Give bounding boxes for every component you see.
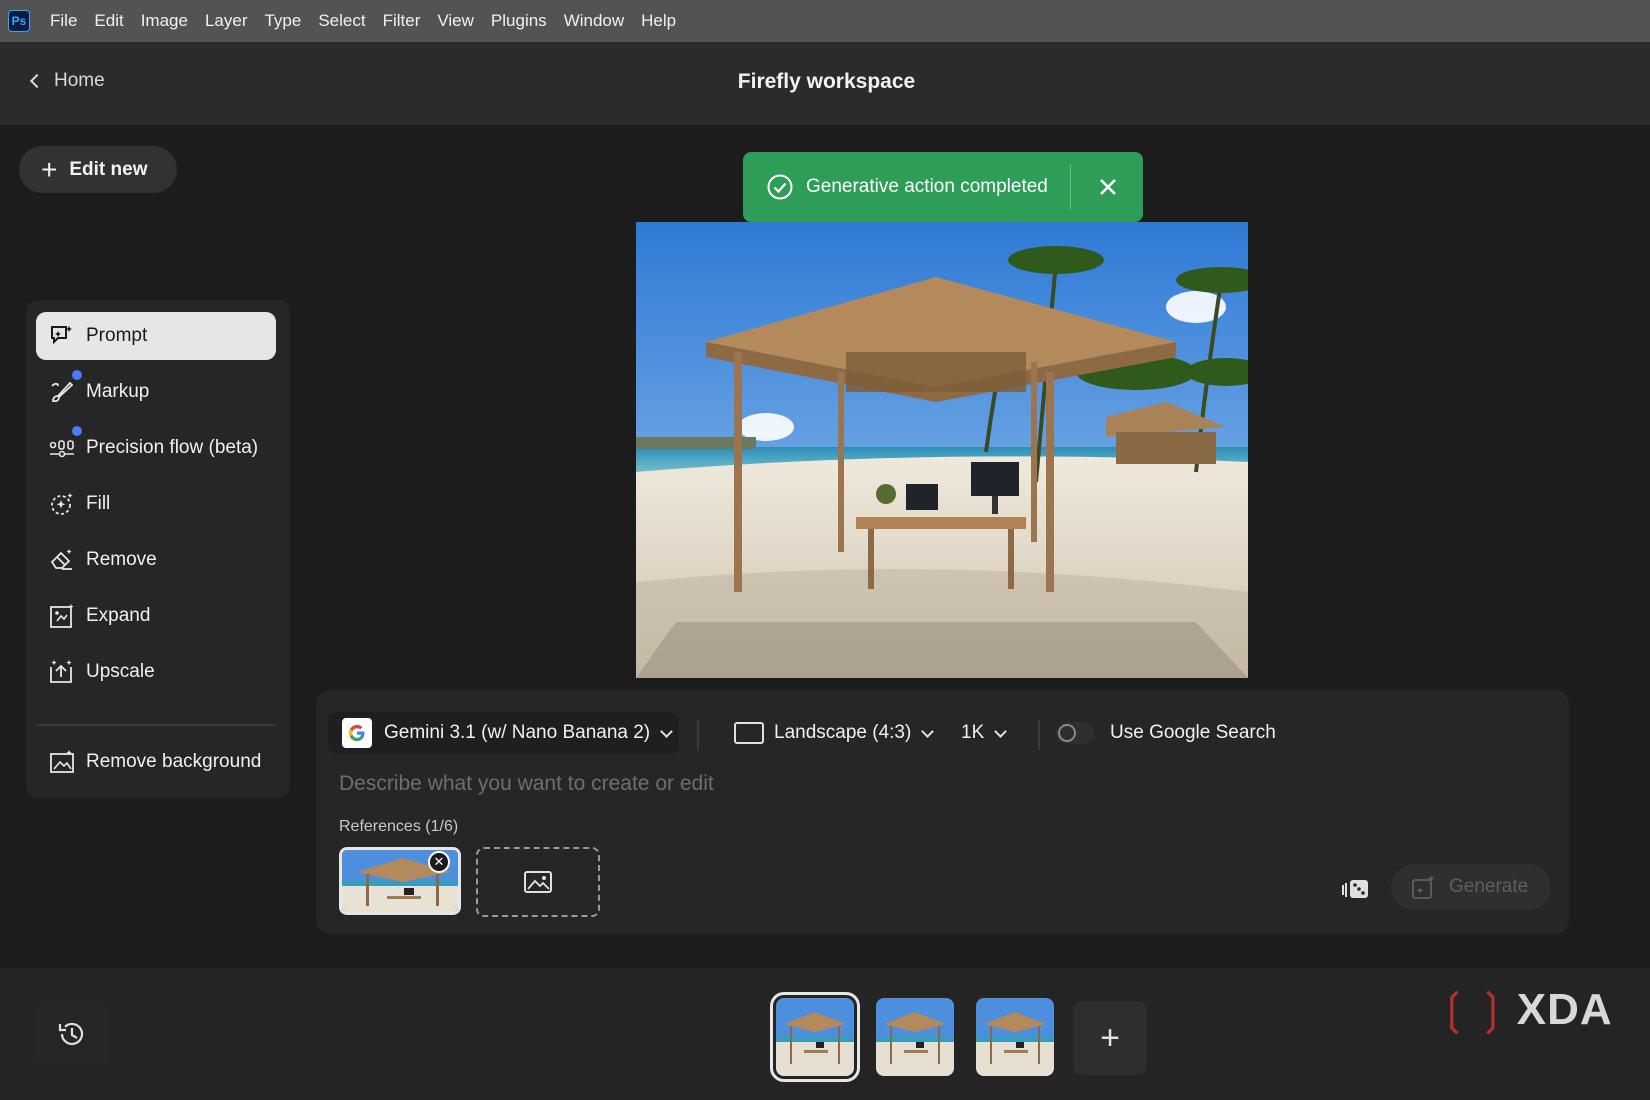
menu-layer[interactable]: Layer	[205, 11, 248, 31]
divider	[697, 720, 699, 750]
resolution-selector[interactable]: 1K	[961, 712, 1008, 754]
variation-image	[776, 998, 854, 1076]
precision-flow-icon	[48, 434, 76, 462]
history-icon	[58, 1022, 84, 1046]
tool-remove[interactable]: Remove	[36, 536, 276, 584]
tool-precision-flow[interactable]: Precision flow (beta)	[36, 424, 276, 472]
tool-label: Precision flow (beta)	[86, 437, 259, 458]
workspace-header: Home Firefly workspace	[0, 42, 1650, 125]
add-reference-button[interactable]	[476, 847, 600, 917]
remove-reference-button[interactable]: ✕	[428, 851, 450, 873]
references-label: References (1/6)	[339, 818, 459, 835]
tool-label: Upscale	[86, 661, 155, 682]
generate-label: Generate	[1449, 876, 1529, 897]
plus-icon: +	[41, 153, 58, 185]
tool-fill[interactable]: Fill	[36, 480, 276, 528]
google-search-option[interactable]: Use Google Search	[1056, 712, 1276, 754]
chevron-down-icon	[660, 724, 674, 738]
history-button[interactable]	[34, 1002, 110, 1066]
aspect-ratio-icon	[734, 722, 764, 744]
dice-icon[interactable]	[1341, 878, 1371, 902]
tool-label: Markup	[86, 381, 150, 402]
prompt-icon	[48, 322, 76, 350]
close-icon	[1100, 179, 1116, 195]
menu-view[interactable]: View	[437, 11, 474, 31]
generate-button[interactable]: Generate	[1391, 864, 1551, 910]
google-search-label: Use Google Search	[1110, 722, 1276, 743]
edit-new-button[interactable]: + Edit new	[19, 146, 177, 193]
tool-label: Remove background	[86, 751, 262, 772]
menu-select[interactable]: Select	[318, 11, 365, 31]
page-title: Firefly workspace	[737, 70, 916, 93]
tool-markup[interactable]: Markup	[36, 368, 276, 416]
plus-icon: +	[1100, 1018, 1120, 1057]
menu-bar: Ps File Edit Image Layer Type Select Fil…	[0, 0, 1650, 42]
new-feature-dot	[72, 370, 82, 380]
variation-thumbnail-2[interactable]	[876, 998, 954, 1076]
tools-panel: Prompt Markup Precision flow (beta) Fill…	[26, 300, 290, 798]
menu-help[interactable]: Help	[641, 11, 676, 31]
aspect-ratio-selector[interactable]: Landscape (4:3)	[734, 712, 935, 754]
variation-image	[976, 998, 1054, 1076]
fill-icon	[48, 490, 76, 518]
success-toast: Generative action completed	[743, 152, 1143, 222]
new-feature-dot	[72, 426, 82, 436]
beach-hut-image	[636, 222, 1248, 678]
prompt-input[interactable]	[339, 772, 1239, 796]
toggle-knob	[1058, 724, 1076, 742]
image-icon	[524, 871, 552, 893]
edit-new-label: Edit new	[69, 158, 148, 180]
xda-watermark-logo: ❲❳ XDA	[1435, 984, 1613, 1035]
add-variation-button[interactable]: +	[1073, 1001, 1147, 1075]
tool-label: Prompt	[86, 325, 148, 346]
check-circle-icon	[767, 174, 793, 200]
variation-image	[876, 998, 954, 1076]
divider	[36, 724, 276, 726]
menu-type[interactable]: Type	[264, 11, 301, 31]
chevron-down-icon	[994, 724, 1008, 738]
toast-message: Generative action completed	[806, 176, 1048, 197]
xda-bracket-icon: ❲❳	[1435, 985, 1511, 1034]
photoshop-logo-icon: Ps	[8, 10, 30, 32]
tool-remove-background[interactable]: Remove background	[36, 738, 276, 786]
canvas-image[interactable]	[636, 222, 1248, 678]
aspect-ratio-label: Landscape (4:3)	[774, 722, 912, 743]
tool-prompt[interactable]: Prompt	[36, 312, 276, 360]
chevron-down-icon	[921, 724, 935, 738]
upscale-icon	[48, 658, 76, 686]
tool-label: Expand	[86, 605, 151, 626]
markup-brush-icon	[48, 378, 76, 406]
resolution-label: 1K	[961, 722, 985, 743]
eraser-icon	[48, 546, 76, 574]
xda-watermark-text: XDA	[1516, 984, 1613, 1034]
menu-image[interactable]: Image	[141, 11, 188, 31]
tool-label: Fill	[86, 493, 111, 514]
variation-thumbnail-3[interactable]	[976, 998, 1054, 1076]
menu-edit[interactable]: Edit	[94, 11, 123, 31]
menu-window[interactable]: Window	[564, 11, 624, 31]
google-logo-icon	[342, 718, 372, 748]
google-search-toggle[interactable]	[1056, 722, 1094, 744]
menu-file[interactable]: File	[50, 11, 77, 31]
divider	[1038, 720, 1040, 750]
tool-expand[interactable]: Expand	[36, 592, 276, 640]
close-toast-button[interactable]	[1093, 172, 1123, 202]
model-selector[interactable]: Gemini 3.1 (w/ Nano Banana 2)	[328, 712, 678, 754]
model-label: Gemini 3.1 (w/ Nano Banana 2)	[384, 722, 651, 743]
tool-label: Remove	[86, 549, 157, 570]
tool-upscale[interactable]: Upscale	[36, 648, 276, 696]
expand-icon	[48, 602, 76, 630]
variation-thumbnail-1[interactable]	[770, 992, 860, 1082]
menu-filter[interactable]: Filter	[383, 11, 421, 31]
prompt-panel: Gemini 3.1 (w/ Nano Banana 2) Landscape …	[316, 690, 1569, 934]
generate-icon	[1412, 875, 1435, 899]
menu-plugins[interactable]: Plugins	[491, 11, 547, 31]
remove-background-icon	[48, 748, 76, 776]
toast-divider	[1070, 164, 1071, 210]
